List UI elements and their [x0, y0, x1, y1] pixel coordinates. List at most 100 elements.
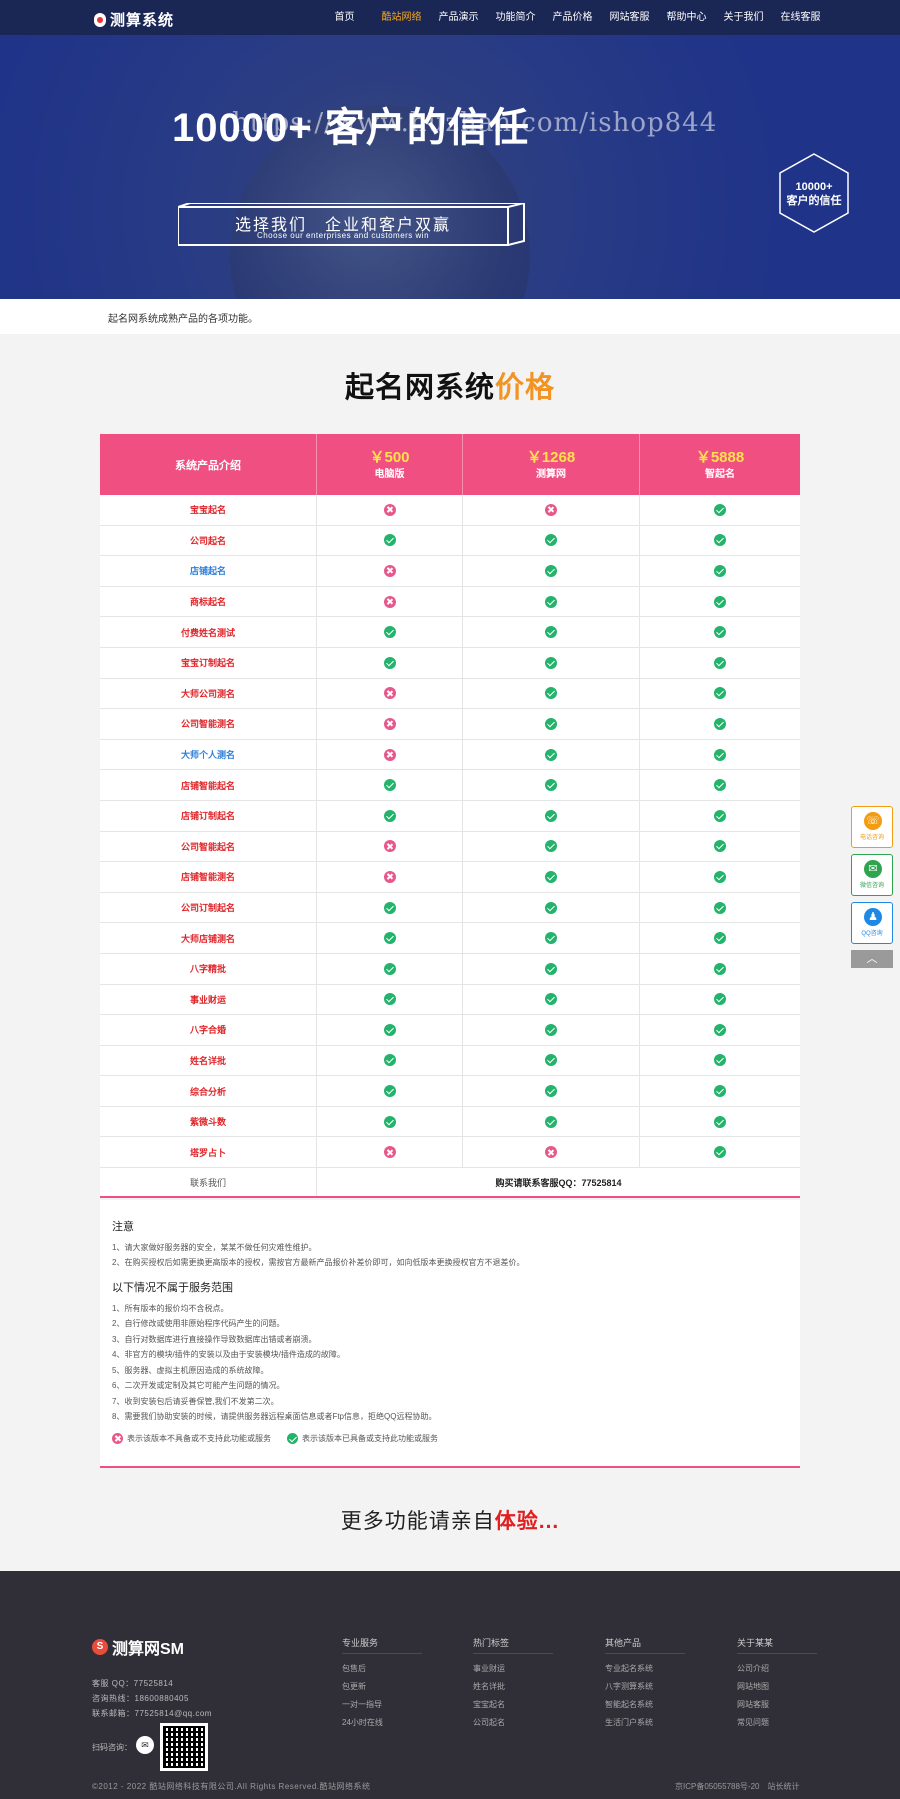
exclusion-item: 3、自行对数据库进行直接操作导致数据库出错或者崩溃。 — [112, 1335, 317, 1344]
feature-label: 公司智能测名 — [100, 709, 317, 739]
legend: 表示该版本不具备或不支持此功能或服务 表示该版本已具备或支持此功能或服务 — [112, 1433, 438, 1444]
nav-item-home[interactable]: 首页 — [316, 0, 373, 35]
table-row: 事业财运 — [100, 984, 800, 1016]
feature-label: 大师个人测名 — [100, 739, 317, 770]
feature-label: 公司起名 — [100, 525, 317, 556]
check-icon — [545, 809, 557, 822]
table-row: 公司起名 — [100, 525, 800, 557]
feature-cell — [317, 1045, 463, 1076]
cross-icon — [383, 595, 396, 608]
feature-cell — [463, 800, 640, 831]
cross-icon — [383, 748, 396, 761]
check-icon — [714, 932, 726, 945]
feature-cell — [463, 1076, 640, 1106]
feature-label: 店铺智能测名 — [100, 862, 317, 892]
legend-no: 表示该版本不具备或不支持此功能或服务 — [127, 1434, 271, 1443]
feature-cell — [640, 556, 800, 586]
table-row: 付费姓名测试 — [100, 617, 800, 648]
footer-link[interactable]: 一对一指导 — [342, 1696, 422, 1714]
table-row: 姓名详批 — [100, 1045, 800, 1077]
footer-link[interactable]: 常见问题 — [737, 1714, 817, 1732]
check-icon — [383, 962, 396, 975]
more-text: 更多功能请亲自 — [340, 1510, 495, 1533]
contact-label: 联系我们 — [100, 1168, 317, 1197]
exclusion-item: 2、自行修改或使用非原始程序代码产生的问题。 — [112, 1319, 285, 1328]
footer-link[interactable]: 宝宝起名 — [473, 1696, 553, 1714]
icp-info[interactable]: 京ICP备05055788号-20 站长统计 — [675, 1781, 800, 1792]
table-row: 八字合婚 — [100, 1015, 800, 1046]
nav-item-price[interactable]: 产品价格 — [544, 0, 601, 35]
footer-link[interactable]: 八字测算系统 — [605, 1678, 685, 1696]
footer-qq: 客服 QQ：77525814 — [92, 1679, 174, 1688]
check-icon — [383, 932, 396, 945]
wechat-icon: ✉ — [136, 1736, 154, 1754]
nav-item-online[interactable]: 在线客服 — [772, 0, 829, 35]
qq-icon: ♟ — [864, 908, 882, 926]
footer-link[interactable]: 事业财运 — [473, 1660, 553, 1678]
check-icon — [545, 1054, 557, 1067]
footer-link[interactable]: 智能起名系统 — [605, 1696, 685, 1714]
trust-hexagon: 10000+ 客户的信任 — [779, 153, 849, 233]
notes-title: 注意 — [112, 1221, 134, 1233]
note-item: 2、在购买授权后如需更换更高版本的授权，需按官方最新产品报价补差价即可，如向低版… — [112, 1258, 525, 1267]
footer-link[interactable]: 24小时在线 — [342, 1714, 422, 1732]
check-icon — [714, 656, 726, 669]
footer-link[interactable]: 公司起名 — [473, 1714, 553, 1732]
footer-link[interactable]: 网站客服 — [737, 1696, 817, 1714]
check-icon — [545, 1023, 557, 1036]
feature-cell — [463, 678, 640, 709]
table-row: 宝宝起名 — [100, 495, 800, 526]
feature-cell — [317, 739, 463, 770]
contact-row: 联系我们 购买请联系客服QQ：77525814 — [100, 1168, 800, 1199]
feature-cell — [317, 1106, 463, 1137]
contact-qq[interactable]: 购买请联系客服QQ：77525814 — [317, 1168, 800, 1196]
check-icon — [714, 1054, 726, 1067]
footer-link[interactable]: 包更新 — [342, 1678, 422, 1696]
footer-logo[interactable]: S 测算网SM — [92, 1635, 184, 1659]
note-item: 1、请大家做好服务器的安全，某某不做任何灾难性维护。 — [112, 1243, 317, 1252]
feature-label: 大师店铺测名 — [100, 923, 317, 953]
exclusions-title: 以下情况不属于服务范围 — [112, 1282, 233, 1294]
feature-cell — [463, 586, 640, 617]
feature-cell — [640, 770, 800, 800]
feature-cell — [463, 525, 640, 556]
nav-item-service[interactable]: 网站客服 — [601, 0, 658, 35]
footer-link[interactable]: 公司介绍 — [737, 1660, 817, 1678]
feature-cell — [317, 1137, 463, 1168]
footer-col-title: 专业服务 — [342, 1636, 422, 1654]
nav-item-features[interactable]: 功能简介 — [487, 0, 544, 35]
feature-cell — [463, 556, 640, 586]
check-icon — [714, 901, 726, 914]
footer-link[interactable]: 姓名详批 — [473, 1678, 553, 1696]
footer-col-service: 专业服务 包售后 包更新 一对一指导 24小时在线 — [342, 1636, 422, 1732]
qq-consult-button[interactable]: ♟ QQ咨询 — [851, 902, 893, 944]
wechat-consult-label: 微信咨询 — [859, 883, 884, 889]
footer-scan-label: 扫码咨询： — [92, 1743, 132, 1752]
site-logo[interactable]: 测算系统 — [94, 9, 174, 30]
nav-item-help[interactable]: 帮助中心 — [658, 0, 715, 35]
wechat-consult-button[interactable]: ✉ 微信咨询 — [851, 854, 893, 896]
logo-icon — [94, 12, 106, 27]
back-to-top-button[interactable]: ︿ — [851, 950, 893, 968]
nav-item-kuzhan[interactable]: 酷站网络 — [373, 0, 430, 35]
nav-item-demo[interactable]: 产品演示 — [430, 0, 487, 35]
check-icon — [383, 534, 396, 547]
phone-consult-button[interactable]: ☏ 电话咨询 — [851, 806, 893, 848]
footer-link[interactable]: 包售后 — [342, 1660, 422, 1678]
footer-link[interactable]: 网站地图 — [737, 1678, 817, 1696]
feature-cell — [317, 709, 463, 739]
cross-icon — [383, 503, 396, 516]
footer-link[interactable]: 专业起名系统 — [605, 1660, 685, 1678]
feature-cell — [317, 800, 463, 831]
feature-cell — [640, 832, 800, 862]
check-icon — [545, 1085, 557, 1098]
exclusion-item: 7、收到安装包后请妥善保管,我们不发第二次。 — [112, 1397, 279, 1406]
exclusion-item: 6、二次开发或定制及其它可能产生问题的情况。 — [112, 1381, 285, 1390]
footer-link[interactable]: 生活门户系统 — [605, 1714, 685, 1732]
check-icon — [714, 1023, 726, 1036]
check-icon — [714, 779, 726, 792]
hex-line2: 客户的信任 — [786, 195, 842, 207]
cross-icon — [545, 503, 557, 516]
nav-item-about[interactable]: 关于我们 — [715, 0, 772, 35]
check-icon — [545, 870, 557, 883]
